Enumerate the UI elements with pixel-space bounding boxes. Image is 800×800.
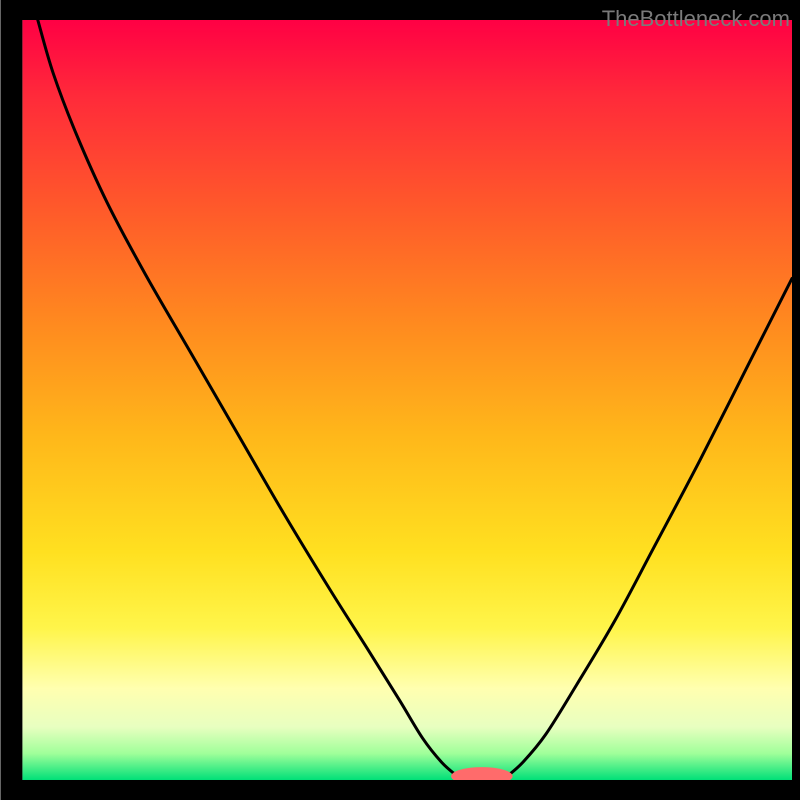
bottleneck-chart xyxy=(0,0,800,800)
gradient-background xyxy=(22,20,792,780)
chart-container: TheBottleneck.com xyxy=(0,0,800,800)
watermark-text: TheBottleneck.com xyxy=(602,6,790,32)
